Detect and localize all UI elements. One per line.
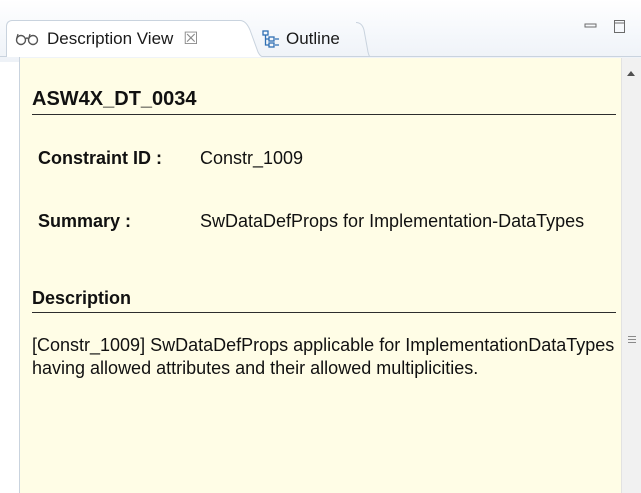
close-tab-icon[interactable]: ☒ xyxy=(183,29,198,49)
tab-edge xyxy=(356,22,370,57)
summary-value: SwDataDefProps for Implementation-DataTy… xyxy=(200,211,585,231)
tab-description-label: Description View xyxy=(47,29,174,48)
tab-edge xyxy=(236,20,262,57)
outline-icon xyxy=(262,29,280,48)
minimize-icon[interactable] xyxy=(582,18,600,36)
glasses-icon xyxy=(15,32,41,46)
description-panel: ASW4X_DT_0034 Constraint ID : Constr_100… xyxy=(20,58,621,493)
scroll-up-arrow-icon[interactable] xyxy=(626,64,636,82)
maximize-icon[interactable] xyxy=(611,18,629,36)
tab-outline[interactable]: Outline xyxy=(262,20,362,57)
scroll-grip-icon[interactable] xyxy=(628,336,636,345)
tab-description-view[interactable]: Description View ☒ xyxy=(6,20,239,57)
summary-label: Summary : xyxy=(38,211,132,231)
description-heading: Description xyxy=(32,288,616,313)
vertical-scrollbar[interactable] xyxy=(621,58,641,493)
constraint-id-label: Constraint ID : xyxy=(38,148,162,168)
page-title: ASW4X_DT_0034 xyxy=(32,88,616,115)
constraint-id-value: Constr_1009 xyxy=(200,148,304,168)
tab-outline-label: Outline xyxy=(286,28,340,48)
description-text: [Constr_1009] SwDataDefProps applicable … xyxy=(32,335,615,378)
